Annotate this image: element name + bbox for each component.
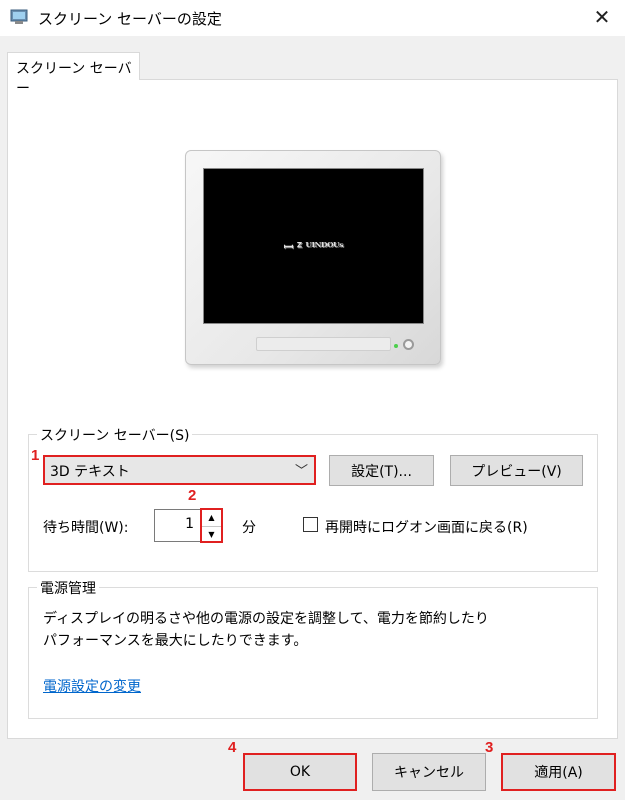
preview-screen: ꟷ ᙆ ᵂᴵᴺᴰᴼᵂˢ <box>203 168 424 324</box>
spin-down-icon[interactable]: ▼ <box>202 526 221 541</box>
power-settings-link[interactable]: 電源設定の変更 <box>43 676 141 696</box>
callout-marker-4: 4 <box>228 739 237 756</box>
callout-marker-1: 1 <box>31 447 40 464</box>
screensaver-select-value: 3D テキスト <box>50 464 130 480</box>
settings-button[interactable]: 設定(T)... <box>329 455 434 486</box>
power-description-line2: パフォーマンスを最大にしたりできます。 <box>43 633 308 649</box>
window-title: スクリーン セーバーの設定 <box>38 10 222 28</box>
spin-up-icon[interactable]: ▲ <box>202 510 221 525</box>
power-button-icon <box>403 339 414 350</box>
power-description: ディスプレイの明るさや他の電源の設定を調整して、電力を節約したり パフォーマンス… <box>43 608 489 652</box>
cancel-button[interactable]: キャンセル <box>372 753 486 791</box>
close-button[interactable]: ✕ <box>579 0 625 34</box>
apply-button[interactable]: 適用(A) <box>501 753 616 791</box>
wait-time-label: 待ち時間(W): <box>43 520 129 536</box>
wait-time-spinner[interactable]: ▲ ▼ <box>200 508 223 543</box>
logon-checkbox-label[interactable]: 再開時にログオン画面に戻る(R) <box>325 517 528 537</box>
callout-marker-2: 2 <box>188 487 197 504</box>
screensaver-select[interactable]: 3D テキスト ﹀ <box>43 455 316 485</box>
tab-panel: ꟷ ᙆ ᵂᴵᴺᴰᴼᵂˢ スクリーン セーバー(S) 3D テキスト ﹀ 設定(T… <box>7 79 618 739</box>
wait-time-input[interactable]: 1 <box>154 509 201 542</box>
callout-marker-3: 3 <box>485 739 494 756</box>
monitor-slot <box>256 337 391 351</box>
power-led-icon <box>394 344 398 348</box>
screensaver-app-icon <box>10 9 28 24</box>
preview-button[interactable]: プレビュー(V) <box>450 455 583 486</box>
title-bar: スクリーン セーバーの設定 ✕ <box>0 0 625 36</box>
power-group: 電源管理 ディスプレイの明るさや他の電源の設定を調整して、電力を節約したり パフ… <box>28 578 598 719</box>
power-description-line1: ディスプレイの明るさや他の電源の設定を調整して、電力を節約したり <box>43 611 489 627</box>
monitor-preview: ꟷ ᙆ ᵂᴵᴺᴰᴼᵂˢ <box>185 150 441 365</box>
tab-screensaver[interactable]: スクリーン セーバー <box>7 52 140 97</box>
screensaver-group: スクリーン セーバー(S) 3D テキスト ﹀ 設定(T)... プレビュー(V… <box>28 425 598 572</box>
chevron-down-icon: ﹀ <box>294 464 308 479</box>
logon-checkbox[interactable] <box>303 517 318 532</box>
screensaver-group-label: スクリーン セーバー(S) <box>37 425 193 445</box>
wait-time-unit: 分 <box>242 520 256 536</box>
close-icon: ✕ <box>593 5 611 29</box>
ok-button[interactable]: OK <box>243 753 357 791</box>
power-group-label: 電源管理 <box>37 578 99 598</box>
preview-3d-text: ꟷ ᙆ ᵂᴵᴺᴰᴼᵂˢ <box>283 239 344 254</box>
